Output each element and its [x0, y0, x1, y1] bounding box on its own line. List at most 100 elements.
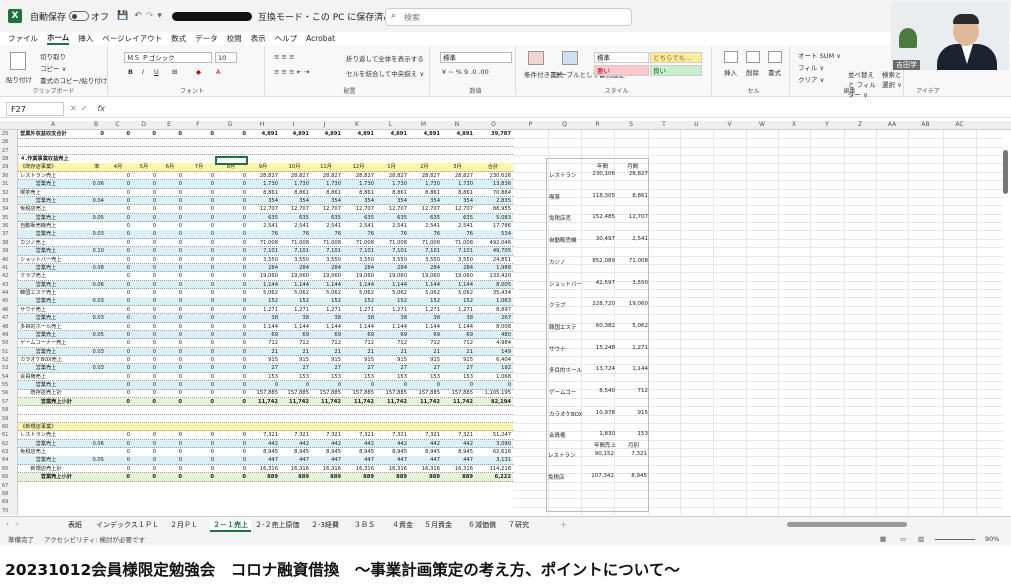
column-header[interactable]: U — [680, 121, 713, 128]
cell-value[interactable]: 534 — [475, 230, 511, 239]
name-box[interactable]: F27 — [6, 101, 64, 116]
cell-value[interactable]: 0 — [132, 172, 156, 181]
cell-value[interactable]: 9月 — [248, 163, 278, 172]
cell-value[interactable]: 19,060 — [376, 272, 407, 281]
summary-cell[interactable]: 28,827 — [622, 171, 648, 177]
cell-value[interactable]: 0 — [376, 381, 407, 390]
cell-value[interactable]: 0 — [132, 297, 156, 306]
cell-value[interactable]: 635 — [248, 214, 278, 223]
summary-cell[interactable]: 90,152 — [588, 451, 614, 457]
cell-value[interactable]: 0.06 — [90, 440, 104, 449]
cell-value[interactable]: 62,616 — [475, 448, 511, 457]
cell-value[interactable]: 2,541 — [376, 222, 407, 231]
column-header[interactable]: G — [214, 121, 246, 128]
cell-value[interactable]: 0 — [184, 222, 214, 231]
cell-value[interactable]: 11,742 — [311, 398, 341, 407]
cell-value[interactable]: 8,897 — [475, 306, 511, 315]
cell-value[interactable]: 8,945 — [343, 448, 374, 457]
document-title[interactable]: 互換モード・この PC に保存済み ∨ — [258, 10, 402, 23]
cell-value[interactable]: 7,101 — [248, 247, 278, 256]
cell-value[interactable]: 0 — [184, 264, 214, 273]
cell-value[interactable]: 0 — [106, 281, 130, 290]
align-left-icon[interactable]: ≡ ≡ ≡ ⇤ ⇥ — [274, 68, 310, 76]
sheet-tab[interactable]: ６減価償 — [468, 520, 496, 530]
cell-value[interactable]: 28,827 — [376, 172, 407, 181]
delete-button[interactable]: 削除 — [746, 67, 759, 77]
cell-value[interactable]: 0 — [158, 339, 182, 348]
row-label[interactable]: カジノ売上 — [20, 239, 46, 248]
cell-value[interactable]: 0 — [158, 473, 182, 482]
cell-value[interactable]: 0 — [158, 323, 182, 332]
cell-value[interactable]: 0 — [184, 205, 214, 214]
cell-value[interactable]: 5,062 — [343, 289, 374, 298]
cell-value[interactable]: 0 — [216, 272, 246, 281]
cell-value[interactable]: 11,742 — [343, 398, 374, 407]
row-label[interactable]: 営業売上小計 — [20, 398, 72, 407]
cell-value[interactable]: 0 — [132, 205, 156, 214]
row-label[interactable]: 韓国エステ売上 — [20, 289, 56, 298]
cell-value[interactable]: 635 — [442, 214, 473, 223]
summary-cell[interactable]: 喫茶 — [549, 193, 560, 201]
cell-value[interactable]: 153 — [376, 373, 407, 382]
summary-cell[interactable]: 8,945 — [621, 473, 647, 479]
cell-value[interactable]: 71,008 — [376, 239, 407, 248]
cell-value[interactable]: 1,063 — [475, 297, 511, 306]
format-painter-button[interactable]: 書式のコピー/貼り付け — [40, 75, 107, 85]
cell-value[interactable]: 0 — [132, 189, 156, 198]
cell-value[interactable]: 0 — [184, 448, 214, 457]
insert-button[interactable]: 挿入 — [724, 67, 737, 77]
cell-value[interactable]: 16,316 — [376, 465, 407, 474]
cell-value[interactable]: 447 — [376, 456, 407, 465]
cell-value[interactable]: 11,742 — [376, 398, 407, 407]
cell-value[interactable]: 442 — [376, 440, 407, 449]
summary-cell[interactable]: 5,062 — [622, 323, 648, 329]
cell-value[interactable]: 2月 — [409, 163, 440, 172]
row-header[interactable]: 32 — [2, 190, 8, 196]
cell-value[interactable]: 7,321 — [280, 431, 309, 440]
row-header[interactable]: 41 — [2, 265, 8, 271]
cell-value[interactable]: 0 — [184, 297, 214, 306]
cell-value[interactable]: 4月 — [106, 163, 130, 172]
summary-cell[interactable]: カラオケBOX — [549, 410, 582, 418]
cell-value[interactable]: 0 — [158, 373, 182, 382]
cell-value[interactable]: 0 — [184, 130, 214, 139]
cell-value[interactable]: 8,861 — [280, 189, 309, 198]
cell-value[interactable]: 28,827 — [280, 172, 309, 181]
column-header[interactable]: T — [648, 121, 680, 128]
cell-value[interactable]: 0 — [132, 230, 156, 239]
row-header[interactable]: 66 — [2, 474, 8, 480]
cell-value[interactable]: 889 — [376, 473, 407, 482]
cell-value[interactable]: 69 — [248, 331, 278, 340]
format-cells-icon[interactable] — [768, 51, 782, 63]
cell-value[interactable]: 447 — [248, 456, 278, 465]
cell-value[interactable]: 0.05 — [90, 456, 104, 465]
cell-value[interactable]: 0 — [158, 306, 182, 315]
row-label[interactable]: 免税店売上 — [20, 205, 46, 214]
cell-value[interactable]: 0 — [132, 222, 156, 231]
cell-value[interactable]: 152 — [376, 297, 407, 306]
cell-value[interactable]: 35,434 — [475, 289, 511, 298]
row-header[interactable]: 34 — [2, 206, 8, 212]
cell-value[interactable]: 0 — [106, 289, 130, 298]
cell-value[interactable]: 21 — [248, 348, 278, 357]
cell-value[interactable]: 0 — [184, 348, 214, 357]
row-header[interactable]: 38 — [2, 240, 8, 246]
cell-value[interactable]: 889 — [280, 473, 309, 482]
cell-value[interactable]: 157,885 — [409, 389, 440, 398]
cell-value[interactable]: 442 — [311, 440, 341, 449]
row-label[interactable]: 《既存店事業》 — [20, 163, 56, 172]
cell-value[interactable]: 4,891 — [409, 130, 440, 139]
cell-value[interactable]: 915 — [280, 356, 309, 365]
row-header[interactable]: 39 — [2, 248, 8, 254]
cell-value[interactable]: 0 — [184, 440, 214, 449]
cell-value[interactable]: 0 — [184, 339, 214, 348]
summary-cell[interactable]: 152,485 — [589, 214, 615, 220]
column-header[interactable]: Z — [844, 121, 876, 128]
cell-value[interactable]: 0 — [216, 239, 246, 248]
cell-value[interactable]: 82,194 — [475, 398, 511, 407]
cell-value[interactable]: 0 — [106, 448, 130, 457]
cell-value[interactable]: 28,827 — [343, 172, 374, 181]
column-header[interactable]: N — [440, 121, 474, 128]
summary-cell[interactable]: 8,861 — [622, 193, 648, 199]
cell-value[interactable]: 0 — [442, 381, 473, 390]
